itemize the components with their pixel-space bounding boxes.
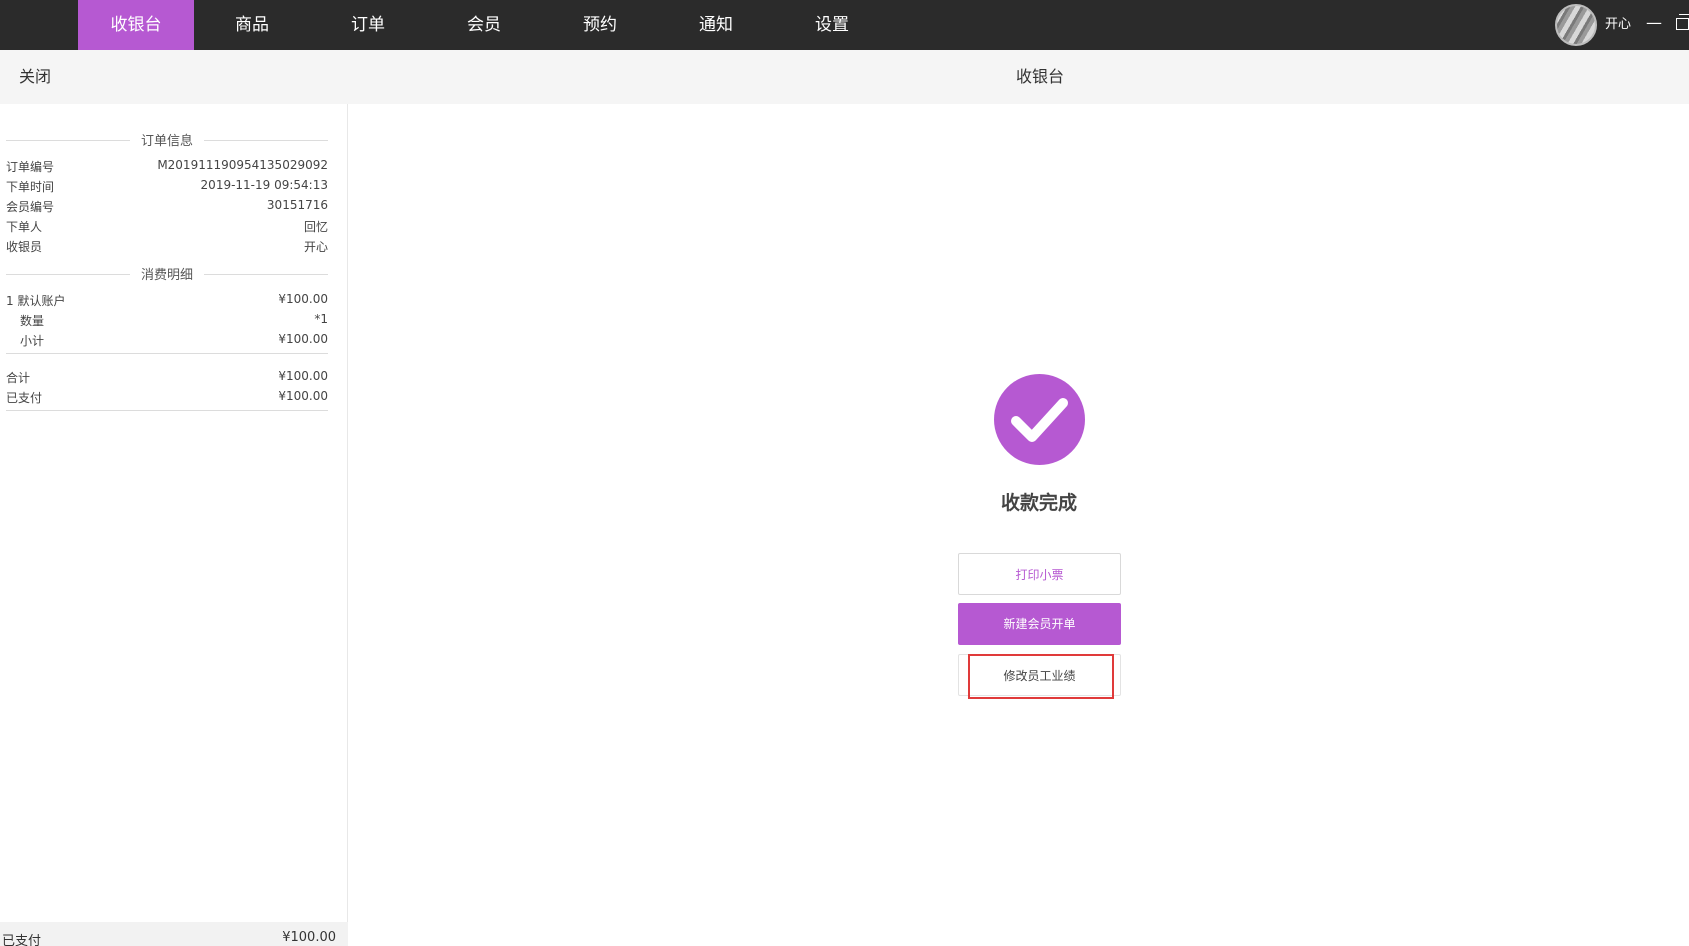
quantity-row: 数量 *1 [6, 312, 328, 332]
row-value: ¥100.00 [278, 332, 328, 346]
sub-header: 关闭 收银台 [0, 50, 1689, 104]
orderer-row: 下单人 回忆 [6, 218, 328, 238]
row-label: 已支付 [6, 391, 43, 405]
member-number-row: 会员编号 30151716 [6, 198, 328, 218]
paid-row: 已支付 ¥100.00 [6, 389, 328, 409]
check-circle-icon [994, 374, 1085, 465]
order-number-row: 订单编号 M201911190954135029092 [6, 158, 328, 178]
user-name[interactable]: 开心 [1605, 0, 1631, 50]
payment-result-area [349, 104, 1689, 946]
nav-tab-products[interactable]: 商品 [194, 0, 310, 50]
restore-window-icon[interactable] [1676, 14, 1689, 30]
new-member-order-button[interactable]: 新建会员开单 [958, 603, 1121, 645]
nav-tab-cashier[interactable]: 收银台 [78, 0, 194, 50]
row-value: ¥100.00 [278, 369, 328, 383]
avatar[interactable] [1555, 4, 1597, 46]
detail-item-row: 1 默认账户 ¥100.00 [6, 292, 328, 312]
print-receipt-button[interactable]: 打印小票 [958, 553, 1121, 595]
row-label: 下单人 [6, 220, 43, 234]
payment-complete-text: 收款完成 [1000, 492, 1077, 514]
footer-value: ¥100.00 [282, 930, 336, 945]
nav-tab-members[interactable]: 会员 [426, 0, 542, 50]
receipt-panel: 订单信息 订单编号 M201911190954135029092 下单时间 20… [0, 104, 348, 946]
subtotal-row: 小计 ¥100.00 [6, 332, 328, 352]
divider [6, 410, 328, 411]
order-time-row: 下单时间 2019-11-19 09:54:13 [6, 178, 328, 198]
row-label: 数量 [20, 314, 45, 328]
total-row: 合计 ¥100.00 [6, 369, 328, 389]
cashier-row: 收银员 开心 [6, 238, 328, 258]
row-label: 下单时间 [6, 180, 55, 194]
row-value: 30151716 [266, 198, 328, 212]
row-value: M201911190954135029092 [157, 158, 328, 172]
row-label: 收银员 [6, 240, 43, 254]
row-label: 小计 [20, 334, 45, 348]
nav-tab-notifications[interactable]: 通知 [658, 0, 774, 50]
top-navigation-bar: 收银台 商品 订单 会员 预约 通知 设置 开心 — [0, 0, 1689, 50]
footer-label: 已支付 [2, 934, 42, 946]
nav-tab-appointments[interactable]: 预约 [542, 0, 658, 50]
row-value: 开心 [303, 240, 328, 254]
row-value: ¥100.00 [278, 292, 328, 306]
row-value: 回忆 [303, 220, 328, 234]
row-label: 1 默认账户 [6, 294, 66, 308]
close-button[interactable]: 关闭 [19, 50, 51, 104]
paid-footer: 已支付 ¥100.00 [0, 922, 348, 946]
row-value: *1 [314, 312, 328, 326]
row-label: 会员编号 [6, 200, 55, 214]
nav-tab-orders[interactable]: 订单 [310, 0, 426, 50]
order-info-section-title: 订单信息 [6, 130, 328, 150]
row-value: ¥100.00 [278, 389, 328, 403]
edit-staff-performance-button[interactable]: 修改员工业绩 [958, 654, 1121, 696]
row-label: 合计 [6, 371, 31, 385]
minimize-icon[interactable]: — [1646, 0, 1662, 50]
nav-tab-settings[interactable]: 设置 [774, 0, 890, 50]
consumption-detail-section-title: 消费明细 [6, 264, 328, 284]
page-title: 收银台 [1015, 67, 1064, 86]
divider [6, 353, 328, 354]
row-value: 2019-11-19 09:54:13 [200, 178, 328, 192]
row-label: 订单编号 [6, 160, 55, 174]
